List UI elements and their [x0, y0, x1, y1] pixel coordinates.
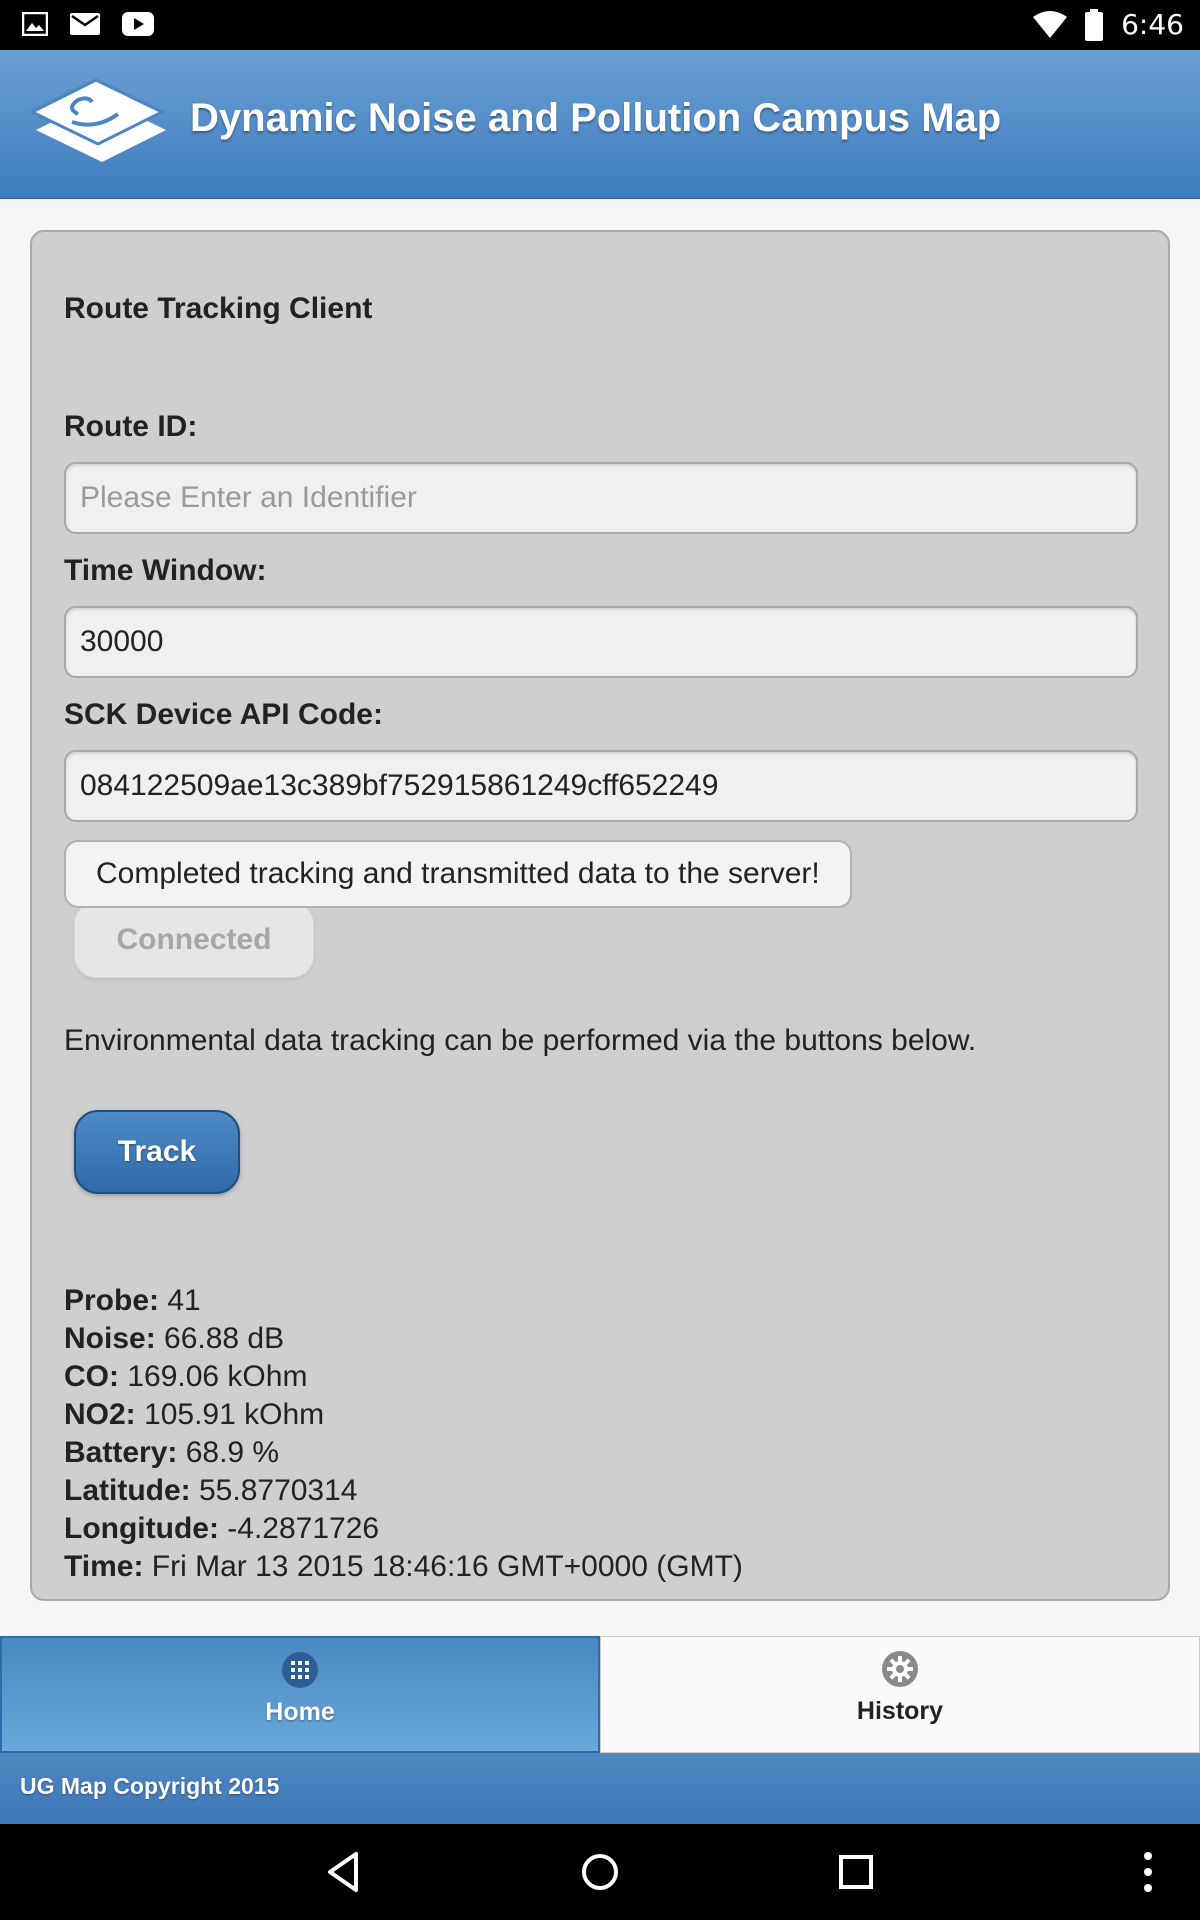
battery-icon [1085, 8, 1104, 41]
clock: 6:46 [1121, 8, 1184, 41]
tab-home-label: Home [265, 1698, 335, 1726]
reading-longitude: Longitude: -4.2871726 [64, 1512, 380, 1545]
route-tracking-card: Route Tracking Client Route ID: Time Win… [30, 230, 1170, 1601]
campus-map-logo [28, 78, 166, 162]
status-bar: 6:46 [0, 0, 1200, 50]
reading-time: Time: Fri Mar 13 2015 18:46:16 GMT+0000 … [64, 1550, 743, 1583]
system-nav-bar [0, 1824, 1200, 1920]
reading-latitude: Latitude: 55.8770314 [64, 1474, 358, 1507]
footer-copyright: UG Map Copyright 2015 [20, 1773, 280, 1799]
reading-probe: Probe: 41 [64, 1284, 201, 1317]
time-window-input[interactable] [64, 606, 1138, 678]
mail-icon [70, 13, 100, 35]
card-title: Route Tracking Client [64, 292, 373, 325]
connected-button[interactable]: Connected [74, 902, 314, 978]
api-code-label: SCK Device API Code: [64, 698, 383, 731]
readings-list: Probe: 41 Noise: 66.88 dB CO: 169.06 kOh… [64, 1282, 743, 1586]
home-icon[interactable] [576, 1848, 624, 1896]
route-id-label: Route ID: [64, 410, 198, 443]
api-code-input[interactable] [64, 750, 1138, 822]
info-text: Environmental data tracking can be perfo… [64, 1024, 977, 1057]
gear-icon [882, 1651, 918, 1687]
reading-noise: Noise: 66.88 dB [64, 1322, 285, 1355]
status-message: Completed tracking and transmitted data … [64, 840, 852, 908]
tab-history-label: History [856, 1697, 944, 1725]
back-icon[interactable] [320, 1848, 368, 1896]
recents-icon[interactable] [832, 1848, 880, 1896]
footer: UG Map Copyright 2015 [0, 1753, 1200, 1824]
app-header: Dynamic Noise and Pollution Campus Map [0, 50, 1200, 199]
grid-icon [282, 1652, 318, 1688]
wifi-icon [1033, 10, 1068, 38]
image-icon [22, 12, 48, 36]
tab-home[interactable]: Home [0, 1636, 600, 1753]
reading-no2: NO2: 105.91 kOhm [64, 1398, 325, 1431]
tab-bar: Home History [0, 1636, 1200, 1753]
tab-history[interactable]: History [600, 1636, 1200, 1753]
overflow-menu-icon[interactable] [1124, 1848, 1172, 1896]
route-id-input[interactable] [64, 462, 1138, 534]
track-button[interactable]: Track [74, 1110, 240, 1194]
youtube-icon [122, 12, 154, 36]
app-title: Dynamic Noise and Pollution Campus Map [190, 96, 1002, 140]
reading-co: CO: 169.06 kOhm [64, 1360, 308, 1393]
time-window-label: Time Window: [64, 554, 267, 587]
reading-battery: Battery: 68.9 % [64, 1436, 280, 1469]
